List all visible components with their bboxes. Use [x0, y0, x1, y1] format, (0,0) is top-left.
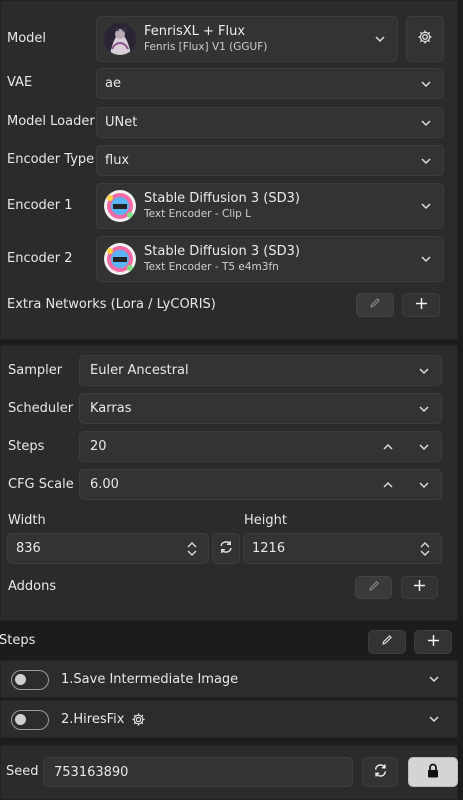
lock-icon [426, 763, 440, 782]
sampler-label: Sampler [8, 363, 63, 378]
steps-section-title: Steps [0, 633, 36, 648]
pencil-icon [381, 634, 393, 650]
addons-edit-button[interactable] [355, 576, 392, 599]
chevron-down-icon[interactable] [427, 712, 441, 726]
chevron-down-icon [419, 77, 433, 91]
steps-edit-button[interactable] [368, 630, 406, 654]
scheduler-value: Karras [90, 401, 132, 416]
sampler-select[interactable]: Euler Ancestral [79, 355, 442, 386]
gear-icon [417, 29, 433, 49]
scheduler-select[interactable]: Karras [79, 393, 442, 424]
chevron-down-icon [373, 32, 387, 46]
randomize-seed-button[interactable] [362, 757, 398, 787]
encoder1-label: Encoder 1 [7, 198, 73, 213]
seed-panel: Seed 753163890 [0, 745, 458, 800]
model-panel: Model FenrisXL + Flux Fenris [Flux] V1 (… [0, 0, 458, 340]
addons-add-button[interactable] [401, 576, 438, 599]
chevron-up-icon[interactable] [381, 478, 395, 496]
height-input[interactable]: 1216 [243, 533, 442, 564]
chevron-down-icon [419, 199, 433, 213]
vae-value: ae [105, 76, 121, 91]
model-loader-value: UNet [105, 115, 138, 130]
chevron-up-icon[interactable] [381, 440, 395, 458]
encoder2-name: Stable Diffusion 3 (SD3) [144, 244, 300, 260]
model-subtitle: Fenris [Flux] V1 (GGUF) [144, 40, 268, 53]
sampler-panel: Sampler Euler Ancestral Scheduler Karras… [0, 345, 458, 621]
encoder1-name: Stable Diffusion 3 (SD3) [144, 191, 300, 207]
model-name: FenrisXL + Flux [144, 24, 246, 40]
encoder2-select[interactable]: Stable Diffusion 3 (SD3) Text Encoder - … [96, 236, 444, 282]
vae-select[interactable]: ae [96, 68, 444, 99]
model-loader-select[interactable]: UNet [96, 107, 444, 138]
cfg-scale-input[interactable]: 6.00 [79, 469, 442, 500]
step-item[interactable]: 2.HiresFix [0, 700, 458, 738]
cfg-scale-label: CFG Scale [8, 477, 74, 492]
chevron-down-icon[interactable] [427, 672, 441, 686]
gear-icon[interactable] [131, 712, 146, 731]
addons-label: Addons [8, 579, 57, 594]
model-loader-label: Model Loader [7, 114, 95, 129]
encoder1-thumbnail [104, 190, 136, 222]
width-input[interactable]: 836 [7, 533, 209, 564]
extra-networks-add-button[interactable] [402, 293, 440, 317]
width-value: 836 [16, 541, 41, 556]
step-label: 1.Save Intermediate Image [61, 672, 239, 687]
step-item[interactable]: 1.Save Intermediate Image [0, 660, 458, 698]
encoder-type-label: Encoder Type [7, 152, 95, 167]
width-label: Width [8, 513, 46, 528]
steps-input[interactable]: 20 [79, 431, 442, 462]
encoder1-subtitle: Text Encoder - Clip L [144, 207, 251, 220]
chevron-down-icon [417, 364, 431, 378]
swap-dimensions-button[interactable] [212, 533, 240, 564]
model-select[interactable]: FenrisXL + Flux Fenris [Flux] V1 (GGUF) [96, 16, 398, 62]
step-label: 2.HiresFix [61, 712, 125, 727]
chevron-down-icon [419, 154, 433, 168]
extra-networks-label: Extra Networks (Lora / LyCORIS) [7, 297, 216, 312]
height-value: 1216 [252, 541, 286, 556]
model-settings-button[interactable] [406, 16, 444, 62]
plus-icon [427, 634, 440, 651]
refresh-icon [373, 763, 388, 782]
encoder2-label: Encoder 2 [7, 251, 73, 266]
seed-label: Seed [6, 764, 39, 779]
plus-icon [413, 579, 426, 596]
pencil-icon [369, 297, 381, 313]
step-toggle[interactable] [11, 710, 49, 730]
plus-icon [415, 297, 428, 314]
extra-networks-edit-button[interactable] [356, 293, 394, 317]
steps-add-button[interactable] [414, 630, 452, 654]
height-label: Height [244, 513, 287, 528]
vae-label: VAE [7, 75, 33, 90]
steps-label: Steps [8, 439, 45, 454]
encoder1-select[interactable]: Stable Diffusion 3 (SD3) Text Encoder - … [96, 183, 444, 229]
model-label: Model [7, 31, 47, 46]
pencil-icon [368, 580, 380, 596]
encoder2-thumbnail [104, 243, 136, 275]
updown-icon[interactable] [186, 541, 198, 561]
scheduler-label: Scheduler [8, 401, 74, 416]
sampler-value: Euler Ancestral [90, 363, 189, 378]
encoder2-subtitle: Text Encoder - T5 e4m3fn [144, 260, 279, 273]
lock-seed-button[interactable] [408, 757, 458, 787]
chevron-down-icon [417, 402, 431, 416]
chevron-down-icon [419, 116, 433, 130]
model-thumbnail [104, 23, 136, 55]
chevron-down-icon[interactable] [417, 478, 431, 496]
updown-icon[interactable] [419, 541, 431, 561]
encoder-type-select[interactable]: flux [96, 145, 444, 176]
encoder-type-value: flux [105, 153, 130, 168]
chevron-down-icon[interactable] [417, 440, 431, 458]
steps-value: 20 [90, 439, 107, 454]
seed-value: 753163890 [54, 764, 129, 780]
cfg-scale-value: 6.00 [90, 477, 119, 492]
chevron-down-icon [419, 252, 433, 266]
seed-input[interactable]: 753163890 [43, 757, 353, 787]
swap-icon [218, 539, 234, 559]
step-toggle[interactable] [11, 670, 49, 690]
